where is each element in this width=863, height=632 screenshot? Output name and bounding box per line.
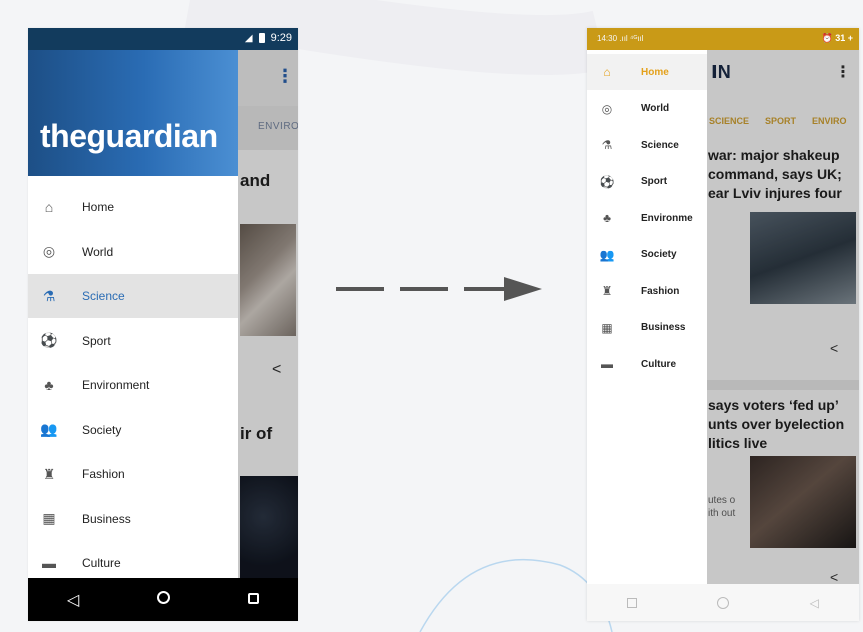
tree-icon: ♣ <box>603 211 611 225</box>
drawer-item-business[interactable]: ▦ Business <box>587 310 707 346</box>
drawer-item-label: Sport <box>82 333 111 348</box>
back-icon[interactable]: ◁ <box>61 590 85 610</box>
system-nav-bar: ◁ <box>28 578 298 621</box>
globe-icon: ◎ <box>601 101 613 116</box>
back-icon[interactable]: ◁ <box>810 596 819 610</box>
home-icon: ⌂ <box>44 199 54 215</box>
drawer-item-label: Science <box>82 289 125 303</box>
drawer-item-label: World <box>82 244 114 259</box>
drawer-item-label: Home <box>82 200 115 214</box>
navigation-drawer: theguardian ⌂ Home ◎ World ⚗ Science ⚽ Sport ♣ En… <box>28 28 238 578</box>
recents-button[interactable] <box>627 597 638 608</box>
transition-arrow <box>336 277 542 301</box>
drawer-item-label: Society <box>641 249 677 260</box>
soccer-ball-icon: ⚽ <box>599 174 615 189</box>
drawer-item-environme[interactable]: ♣ Environme <box>587 200 707 236</box>
drawer-item-fashion[interactable]: ♜ Fashion <box>28 452 238 496</box>
drawer-item-label: Environment <box>82 378 150 392</box>
clapperboard-icon: ▬ <box>42 555 56 571</box>
drawer-item-sport[interactable]: ⚽ Sport <box>28 319 238 363</box>
dress-icon: ♜ <box>42 465 56 482</box>
soccer-ball-icon: ⚽ <box>40 332 58 348</box>
drawer-item-environment[interactable]: ♣ Environment <box>28 363 238 407</box>
home-icon: ⌂ <box>603 65 611 79</box>
drawer-item-label: Culture <box>641 358 676 370</box>
old-app-screenshot: ⋮ ENVIRON and < ir of ◢ 9:29 theguardian… <box>28 28 298 621</box>
tree-icon: ♣ <box>44 377 54 393</box>
drawer-item-home[interactable]: ⌂ Home <box>28 185 238 229</box>
status-left: 14:30 .ııl ⁴ᴳııl <box>597 34 644 43</box>
system-nav-bar: ◁ <box>587 584 859 621</box>
flask-icon: ⚗ <box>601 138 613 152</box>
drawer-item-label: Environme <box>641 212 693 224</box>
drawer-item-label: Society <box>82 422 122 437</box>
drawer-item-label: Culture <box>82 556 121 570</box>
home-nav-button[interactable] <box>717 596 730 609</box>
drawer-item-label: Science <box>641 139 679 151</box>
building-icon: ▦ <box>601 320 613 335</box>
drawer-item-label: World <box>641 103 670 114</box>
signal-icon: ◢ <box>244 32 253 44</box>
battery-icon <box>258 33 265 43</box>
drawer-item-society[interactable]: 👥 Society <box>28 408 238 452</box>
drawer-item-world[interactable]: ◎ World <box>587 91 707 127</box>
globe-icon: ◎ <box>42 243 56 259</box>
drawer-header: theguardian <box>28 28 238 176</box>
drawer-item-label: Business <box>641 322 686 333</box>
people-icon: 👥 <box>40 421 58 437</box>
drawer-item-society[interactable]: 👥 Society <box>587 237 707 273</box>
dress-icon: ♜ <box>601 284 613 298</box>
status-bar: 14:30 .ııl ⁴ᴳııl ⏰ 31 + <box>587 28 859 50</box>
guardian-logo: theguardian <box>40 118 218 154</box>
navigation-drawer: ⌂ Home ◎ World ⚗ Science ⚽ Sport ♣ Environme 👥 Soci… <box>587 50 707 584</box>
drawer-item-business[interactable]: ▦ Business <box>28 497 238 541</box>
status-bar-segment <box>28 28 238 50</box>
people-icon: 👥 <box>599 247 615 262</box>
home-nav-button[interactable] <box>151 590 175 609</box>
clapperboard-icon: ▬ <box>601 357 613 371</box>
recents-button[interactable] <box>241 591 265 609</box>
drawer-item-culture[interactable]: ▬ Culture <box>587 346 707 382</box>
drawer-item-label: Fashion <box>641 285 680 297</box>
drawer-item-science[interactable]: ⚗ Science <box>28 274 238 318</box>
drawer-item-label: Home <box>641 66 669 78</box>
drawer-item-sport[interactable]: ⚽ Sport <box>587 164 707 200</box>
status-time: 9:29 <box>270 32 292 44</box>
drawer-item-label: Business <box>82 511 131 526</box>
circle-icon <box>156 590 170 604</box>
drawer-item-label: Fashion <box>82 467 125 481</box>
new-app-screenshot: 14:30 .ııl ⁴ᴳııl ⏰ 31 + ⅠN ⋮ SCIENCE SPO… <box>587 28 859 621</box>
drawer-item-label: Sport <box>641 176 668 187</box>
square-icon <box>247 592 259 604</box>
status-right: ⏰ 31 + <box>821 33 853 43</box>
building-icon: ▦ <box>42 510 56 526</box>
drawer-item-home[interactable]: ⌂ Home <box>587 54 707 90</box>
drawer-item-world[interactable]: ◎ World <box>28 230 238 274</box>
flask-icon: ⚗ <box>42 287 56 304</box>
drawer-item-science[interactable]: ⚗ Science <box>587 127 707 163</box>
drawer-item-fashion[interactable]: ♜ Fashion <box>587 273 707 309</box>
